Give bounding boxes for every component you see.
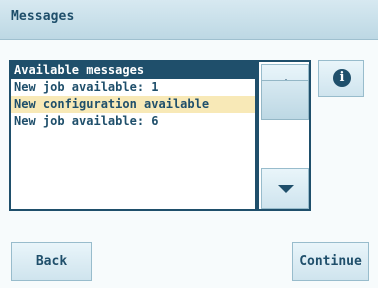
message-item[interactable]: New job available: 6	[11, 113, 255, 130]
info-icon: i	[333, 69, 351, 87]
message-item[interactable]: New job available: 1	[11, 79, 255, 96]
messages-list: Available messages New job available: 1 …	[9, 60, 257, 211]
page-title: Messages	[11, 9, 75, 24]
scroll-thumb[interactable]	[261, 80, 309, 120]
back-button[interactable]: Back	[11, 242, 92, 281]
info-button[interactable]: i	[318, 60, 364, 97]
continue-button[interactable]: Continue	[292, 242, 369, 281]
header: Messages	[0, 0, 378, 40]
list-scrollbar	[257, 60, 311, 211]
list-header: Available messages	[11, 62, 255, 79]
message-item-selected[interactable]: New configuration available	[11, 96, 255, 113]
chevron-down-icon	[278, 185, 294, 193]
scroll-down-button[interactable]	[261, 168, 309, 209]
